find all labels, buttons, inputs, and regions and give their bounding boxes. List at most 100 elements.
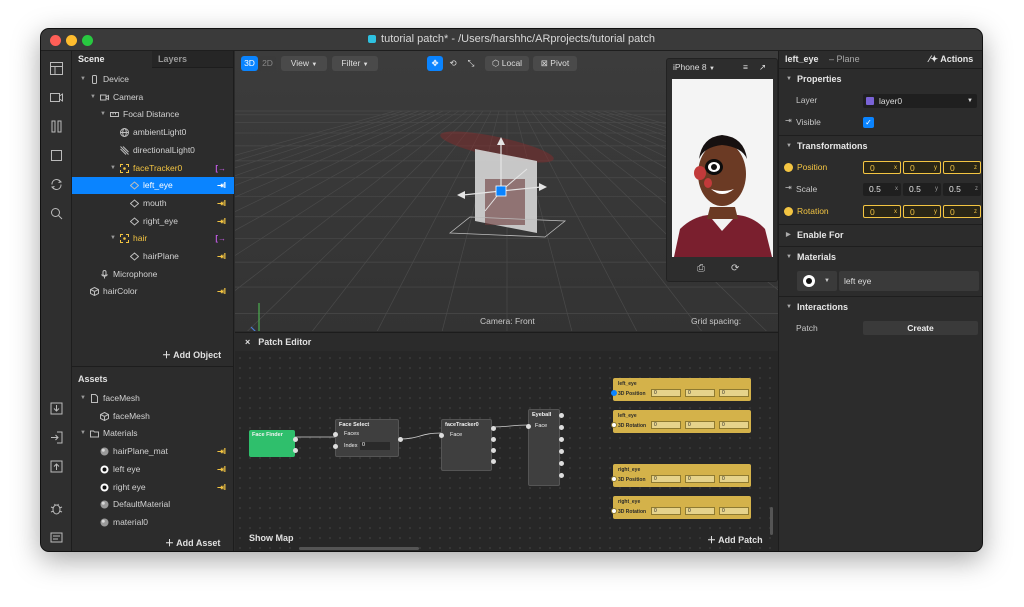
scene-item-camera[interactable]: ▼ Camera [72, 89, 234, 106]
asset-item-material0[interactable]: material0 [72, 514, 234, 531]
material-picker[interactable]: ▼ [797, 271, 837, 291]
patch-expose-icon[interactable]: [→ [215, 230, 226, 247]
scene-item-device[interactable]: ▼ Device [72, 71, 234, 88]
patch-connect-icon[interactable]: ⇥I [217, 283, 226, 300]
patch-editor-vertical-scrollbar[interactable] [770, 507, 773, 535]
position-y-input[interactable]: 0y [903, 161, 941, 174]
face-tracker-input-port[interactable] [439, 433, 444, 438]
face-finder-count-port[interactable] [293, 448, 298, 453]
patch-connect-icon[interactable]: ⇥I [217, 443, 226, 460]
scene-item-hairplane[interactable]: hairPlane ⇥I [72, 248, 234, 265]
scene-item-right-eye[interactable]: right_eye ⇥I [72, 213, 234, 230]
patch-connect-icon[interactable]: ⇥I [217, 177, 226, 194]
output-patch-value-x[interactable]: 0 [651, 421, 681, 429]
device-selector[interactable]: iPhone 8 ▼ ≡ ↗ [667, 59, 777, 76]
show-map-button[interactable]: Show Map [249, 533, 294, 543]
rotate-tool-button[interactable]: ⟲ [445, 56, 461, 71]
bug-icon[interactable] [49, 501, 64, 516]
asset-item-facemesh[interactable]: ▼ faceMesh [72, 390, 234, 407]
3d-mode-button[interactable]: 3D [241, 56, 258, 71]
scale-y-input[interactable]: 0.5 y [903, 183, 941, 196]
material-name-field[interactable]: left eye [839, 271, 979, 291]
asset-item-materials[interactable]: ▼ Materials [72, 425, 234, 442]
scene-item-left-eye[interactable]: left_eye ⇥I [72, 177, 234, 195]
patch-expose-icon[interactable]: [→ [215, 160, 226, 177]
layout-icon[interactable] [49, 61, 64, 76]
search-icon[interactable] [49, 206, 64, 221]
enable-for-section-header[interactable]: ▶ Enable For [779, 224, 982, 245]
asset-item-hairplane-mat[interactable]: hairPlane_mat ⇥I [72, 443, 234, 460]
position-z-input[interactable]: 0z [943, 161, 981, 174]
patch-connect-icon[interactable]: ⇥I [217, 479, 226, 496]
pivot-toggle[interactable]: ⊠ Pivot [533, 56, 577, 71]
eyeball-input-port[interactable] [526, 424, 531, 429]
face-tracker-output-port-4[interactable] [491, 459, 496, 464]
refresh-icon[interactable] [49, 177, 64, 192]
scene-item-hair[interactable]: ▼ hair [→ [72, 230, 234, 247]
tab-scene[interactable]: Scene [72, 51, 152, 68]
switch-camera-icon[interactable]: ⎙ [697, 263, 705, 274]
chevron-down-icon[interactable]: ▼ [80, 390, 86, 407]
patch-connect-icon[interactable]: ⇥I [217, 213, 226, 230]
asset-item-defaultmaterial[interactable]: DefaultMaterial [72, 496, 234, 513]
chevron-down-icon[interactable]: ▼ [110, 230, 116, 247]
chevron-down-icon[interactable]: ▼ [110, 160, 116, 177]
eyeball-output-port-6[interactable] [559, 473, 564, 478]
face-tracker-node[interactable]: faceTracker0 Face [439, 419, 496, 471]
eyeball-output-port-5[interactable] [559, 461, 564, 466]
asset-item-facemesh[interactable]: faceMesh [72, 408, 234, 425]
output-patch-left-eye-position[interactable]: left_eye 3D Position 0 0 0 [611, 378, 751, 401]
patch-editor[interactable]: × Patch Editor Face Finder Face Select Fa… [235, 332, 778, 551]
face-select-output-port[interactable] [398, 437, 403, 442]
position-connect-icon[interactable] [784, 163, 793, 172]
output-patch-value-z[interactable]: 0 [719, 389, 749, 397]
patch-connect-icon[interactable]: ⇥I [217, 248, 226, 265]
external-window-icon[interactable]: ↗ [759, 59, 766, 76]
rotate-device-icon[interactable]: ⟳ [731, 263, 739, 274]
output-patch-input-port[interactable] [611, 390, 617, 396]
face-tracker-output-port-3[interactable] [491, 448, 496, 453]
scene-item-haircolor[interactable]: hairColor ⇥I [72, 283, 234, 300]
scale-tool-button[interactable]: ⤡ [463, 56, 479, 71]
actions-button[interactable]: ⁄✦ Actions [929, 51, 973, 68]
output-patch-input-port[interactable] [611, 476, 617, 482]
local-toggle[interactable]: ⬡ Local [485, 56, 529, 71]
rotation-y-input[interactable]: 0y [903, 205, 941, 218]
2d-mode-button[interactable]: 2D [259, 56, 276, 71]
output-patch-value-y[interactable]: 0 [685, 389, 715, 397]
output-patch-input-port[interactable] [611, 508, 617, 514]
output-patch-value-x[interactable]: 0 [651, 475, 681, 483]
patch-connect-icon[interactable]: ⇥I [217, 195, 226, 212]
output-patch-value-x[interactable]: 0 [651, 389, 681, 397]
console-icon[interactable] [49, 530, 64, 545]
rotation-connect-icon[interactable] [784, 207, 793, 216]
interactions-section-header[interactable]: ▼ Interactions [779, 296, 982, 317]
face-finder-node[interactable]: Face Finder [249, 430, 298, 457]
output-patch-value-z[interactable]: 0 [719, 475, 749, 483]
eyeball-output-port-3[interactable] [559, 437, 564, 442]
index-input-port[interactable] [333, 444, 338, 449]
arrow-connect-icon[interactable]: ⇥ [785, 179, 792, 192]
output-patch-value-y[interactable]: 0 [685, 507, 715, 515]
add-object-button[interactable]: ＋ Add Object [162, 348, 221, 361]
columns-icon[interactable] [49, 119, 64, 134]
create-patch-button[interactable]: Create [863, 321, 978, 335]
add-patch-button[interactable]: ＋ Add Patch [707, 533, 763, 546]
scene-item-mouth[interactable]: mouth ⇥I [72, 195, 234, 212]
scene-item-ambientlight0[interactable]: ambientLight0 [72, 124, 234, 141]
eyeball-output-port-1[interactable] [559, 413, 564, 418]
output-patch-value-x[interactable]: 0 [651, 507, 681, 515]
scene-item-directionallight0[interactable]: directionalLight0 [72, 142, 234, 159]
rotation-z-input[interactable]: 0z [943, 205, 981, 218]
scale-x-input[interactable]: 0.5 x [863, 183, 901, 196]
scale-z-input[interactable]: 0.5 z [943, 183, 981, 196]
filter-dropdown[interactable]: Filter ▼ [332, 56, 378, 71]
visible-checkbox[interactable]: ✓ [863, 117, 874, 128]
properties-section-header[interactable]: ▼ Properties [779, 68, 982, 89]
chevron-down-icon[interactable]: ▼ [100, 106, 106, 123]
chevron-down-icon[interactable]: ▼ [90, 89, 96, 106]
view-dropdown[interactable]: View ▼ [281, 56, 327, 71]
asset-item-left-eye[interactable]: left eye ⇥I [72, 461, 234, 478]
arrow-connect-icon[interactable]: ⇥ [785, 112, 792, 125]
chevron-down-icon[interactable]: ▼ [80, 425, 86, 442]
